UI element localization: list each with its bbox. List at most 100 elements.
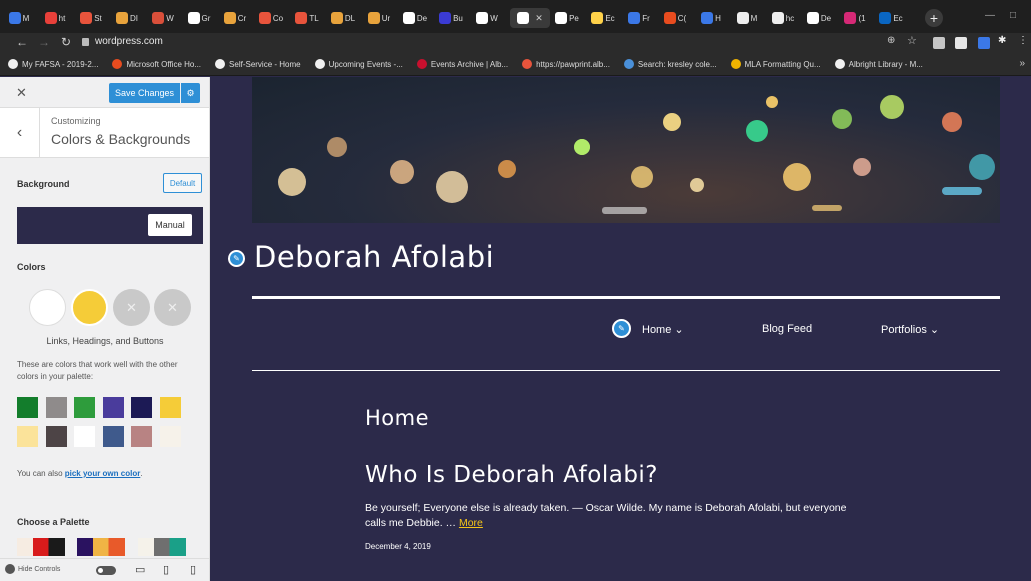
browser-tab[interactable]: Ur [366, 8, 392, 28]
menu-item-portfolios[interactable]: Portfolios ⌄ [881, 323, 939, 336]
target-icon[interactable]: ⊕ [887, 35, 899, 47]
color-swatch[interactable] [74, 426, 95, 447]
browser-tab[interactable]: DI [114, 8, 140, 28]
maximize-icon[interactable]: □ [1010, 10, 1016, 21]
manual-button[interactable]: Manual [148, 214, 192, 236]
toggle-switch[interactable] [96, 566, 116, 575]
tab-favicon-icon [80, 12, 93, 24]
color-swatch[interactable] [74, 397, 95, 418]
bookmark-item[interactable]: Upcoming Events -... [314, 59, 403, 69]
browser-tab[interactable]: Pe [554, 8, 580, 28]
bookmark-label: Upcoming Events -... [328, 59, 403, 69]
browser-tab[interactable]: M [734, 8, 760, 28]
color-swatch[interactable] [45, 426, 67, 447]
bookmark-item[interactable]: Albright Library - M... [834, 59, 923, 69]
extension-icon[interactable] [933, 37, 945, 49]
bookmark-favicon-icon [730, 59, 741, 69]
tablet-preview-icon[interactable]: ▯ [163, 563, 169, 576]
browser-tab[interactable]: hc [770, 8, 796, 28]
browser-tab[interactable]: Gr [186, 8, 212, 28]
color-swatch[interactable] [45, 397, 67, 418]
browser-tab[interactable]: (1 [842, 8, 868, 28]
bookmark-favicon-icon [112, 59, 123, 69]
color-swatch[interactable] [102, 426, 124, 447]
browser-tab[interactable]: Ec [590, 8, 616, 28]
save-changes-button[interactable]: Save Changes [109, 83, 180, 103]
browser-tab[interactable]: H [698, 8, 724, 28]
bookmark-item[interactable]: Events Archive | Alb... [416, 59, 508, 69]
color-swatch[interactable] [159, 426, 181, 447]
menu-item-home[interactable]: Home ⌄ [642, 323, 684, 336]
forward-arrow-icon[interactable]: → [34, 35, 54, 49]
color-swatch[interactable] [159, 397, 181, 418]
star-icon[interactable]: ☆ [907, 34, 919, 47]
post-title[interactable]: Who Is Deborah Afolabi? [365, 462, 658, 488]
docs-extension-icon[interactable] [955, 37, 967, 49]
browser-tab[interactable]: De [402, 8, 428, 28]
bookmark-item[interactable]: My FAFSA - 2019-2... [8, 59, 98, 69]
browser-tab[interactable]: M [6, 8, 32, 28]
hide-controls-button[interactable]: Hide Controls [5, 564, 60, 574]
menu-item-blog-feed[interactable]: Blog Feed [762, 323, 812, 335]
puzzle-icon[interactable]: ✱ [998, 35, 1010, 47]
more-link[interactable]: More [459, 517, 483, 529]
browser-tab[interactable]: Bu [438, 8, 464, 28]
site-title[interactable]: Deborah Afolabi [254, 240, 494, 274]
edit-menu-pencil-icon[interactable]: ✎ [612, 319, 631, 338]
extension-badge-icon[interactable] [978, 37, 990, 49]
bookmark-item[interactable]: Microsoft Office Ho... [112, 59, 201, 69]
bookmark-favicon-icon [834, 59, 845, 69]
browser-tab[interactable]: De [806, 8, 832, 28]
color-swatch[interactable] [17, 426, 38, 447]
browser-tab[interactable]: Fr [626, 8, 652, 28]
palette-option[interactable] [17, 538, 65, 556]
close-icon[interactable]: ✕ [16, 85, 27, 101]
new-tab-button[interactable]: + [925, 9, 943, 27]
browser-tab[interactable]: Co [258, 8, 284, 28]
back-chevron-icon[interactable]: ‹ [0, 108, 40, 158]
color-slot-empty[interactable]: ✕ [154, 289, 191, 326]
color-slot-empty[interactable]: ✕ [113, 289, 150, 326]
desktop-preview-icon[interactable]: ▭ [135, 563, 145, 576]
color-slot-background[interactable] [29, 289, 66, 326]
browser-tab[interactable]: ht [42, 8, 68, 28]
palette-option[interactable] [77, 538, 125, 556]
browser-tab[interactable]: Ec [878, 8, 904, 28]
bookmarks-overflow-icon[interactable]: » [1019, 58, 1025, 69]
palette-hint: These are colors that work well with the… [17, 360, 178, 381]
customizer-header: ✕ Save Changes ⚙ [0, 77, 209, 108]
reload-icon[interactable]: ↻ [56, 35, 76, 49]
kebab-menu-icon[interactable]: ⋮ [1018, 35, 1030, 47]
bookmark-item[interactable]: Search: kresley cole... [623, 59, 717, 69]
pick-own-color-link[interactable]: pick your own color [65, 469, 141, 478]
color-swatch[interactable] [17, 397, 38, 418]
browser-tab[interactable]: Cr [222, 8, 248, 28]
tab-close-icon[interactable]: ✕ [535, 13, 543, 24]
tab-active[interactable]: ✕ [510, 8, 550, 28]
browser-tab[interactable]: DL [330, 8, 356, 28]
color-swatch[interactable] [102, 397, 124, 418]
tab-label: (1 [858, 13, 866, 23]
bookmark-item[interactable]: Self-Service - Home [215, 59, 301, 69]
minimize-icon[interactable]: — [985, 10, 995, 21]
url-text: wordpress.com [95, 36, 163, 47]
color-swatch[interactable] [131, 397, 152, 418]
tab-favicon-icon [223, 12, 236, 24]
url-field[interactable]: wordpress.com [82, 36, 163, 47]
browser-tab[interactable]: C( [662, 8, 688, 28]
bookmark-item[interactable]: https://pawprint.alb... [522, 59, 610, 69]
gear-icon[interactable]: ⚙ [181, 83, 200, 103]
color-slot-links[interactable] [71, 289, 108, 326]
browser-tab[interactable]: W [474, 8, 500, 28]
palette-option[interactable] [138, 538, 186, 556]
edit-pencil-icon[interactable]: ✎ [228, 250, 245, 267]
browser-tab[interactable]: W [150, 8, 176, 28]
tab-favicon-icon [517, 12, 530, 24]
color-swatch[interactable] [131, 426, 152, 447]
default-button[interactable]: Default [163, 173, 202, 193]
mobile-preview-icon[interactable]: ▯ [190, 563, 196, 576]
browser-tab[interactable]: TL [294, 8, 320, 28]
bookmark-item[interactable]: MLA Formatting Qu... [730, 59, 821, 69]
browser-tab[interactable]: St [78, 8, 104, 28]
back-arrow-icon[interactable]: ← [12, 35, 32, 49]
